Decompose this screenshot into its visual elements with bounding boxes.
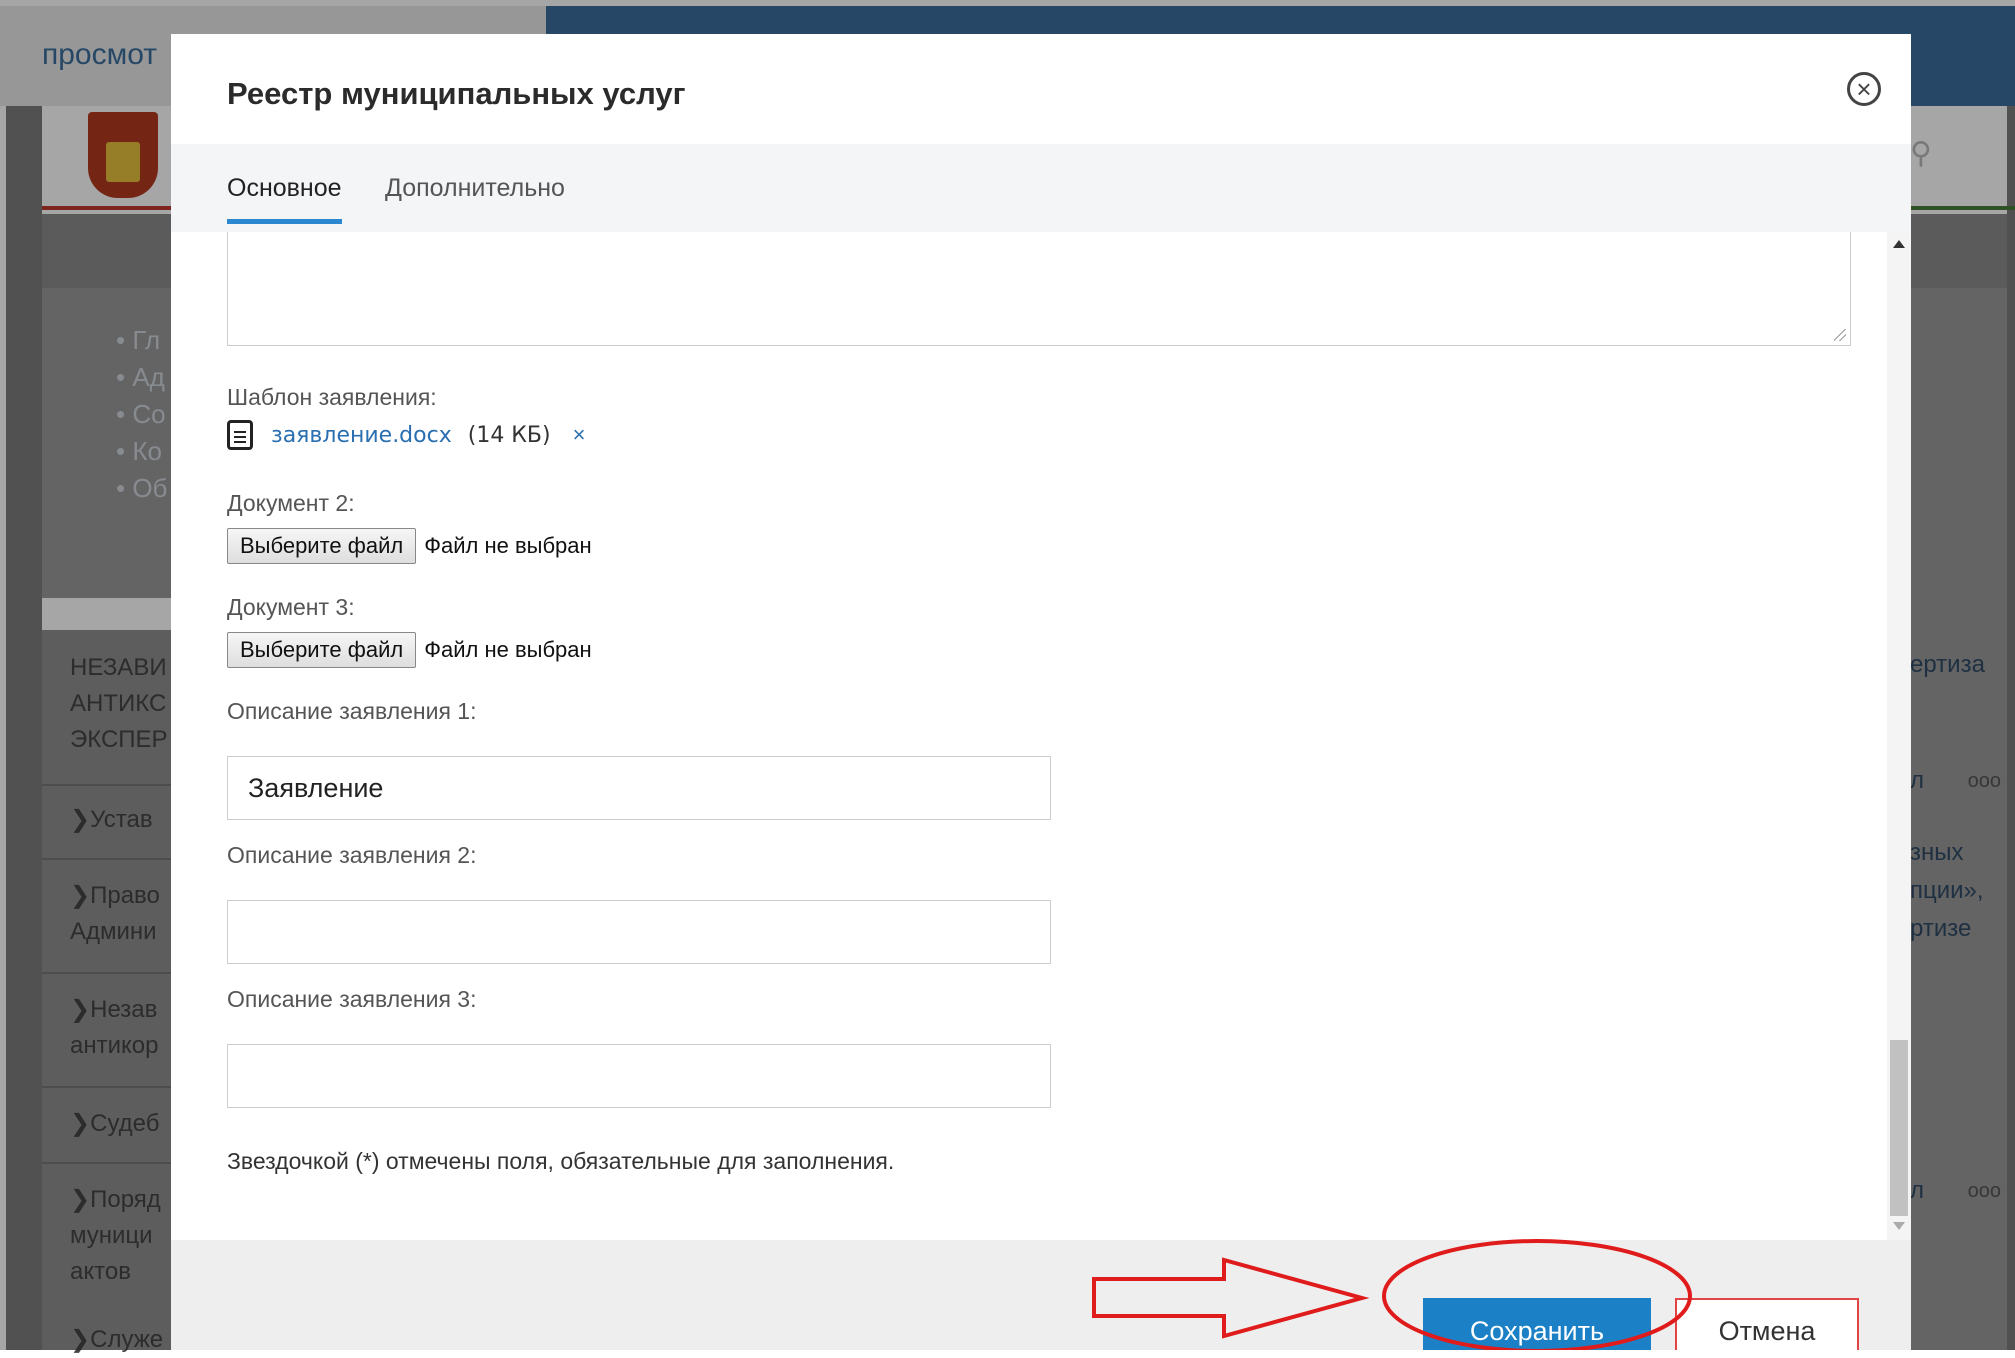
required-note: Звездочкой (*) отмечены поля, обязательн… <box>227 1148 895 1174</box>
choose-file-button[interactable]: Выберите файл <box>227 632 417 668</box>
template-file-link[interactable]: заявление.docx <box>271 423 452 448</box>
modal-scrollbar[interactable] <box>1887 232 1911 1240</box>
save-button[interactable]: Сохранить <box>1423 1298 1651 1350</box>
document2-label: Документ 2: <box>227 490 355 516</box>
document-icon <box>227 420 253 450</box>
document3-label: Документ 3: <box>227 594 355 620</box>
tab-main[interactable]: Основное <box>227 174 342 224</box>
no-file-text: Файл не выбран <box>424 533 592 558</box>
file-size: (14 КБ) <box>467 422 551 448</box>
close-icon[interactable]: × <box>1847 72 1881 106</box>
scrollbar-thumb[interactable] <box>1890 1040 1908 1216</box>
modal-title: Реестр муниципальных услуг <box>227 76 686 111</box>
template-label: Шаблон заявления: <box>227 384 437 410</box>
choose-file-button[interactable]: Выберите файл <box>227 528 417 564</box>
tab-additional[interactable]: Дополнительно <box>385 174 565 203</box>
modal-body: Шаблон заявления: заявление.docx (14 КБ)… <box>171 232 1911 1240</box>
description2-label: Описание заявления 2: <box>227 842 477 868</box>
description-textarea[interactable] <box>227 232 1851 346</box>
modal-footer: Сохранить Отмена <box>171 1240 1911 1350</box>
resize-handle-icon[interactable] <box>1834 329 1846 341</box>
document2-file-input: Выберите файл Файл не выбран <box>227 528 592 564</box>
scroll-down-icon[interactable] <box>1893 1222 1905 1230</box>
description2-input[interactable] <box>227 900 1051 964</box>
description1-input[interactable]: Заявление <box>227 756 1051 820</box>
description3-input[interactable] <box>227 1044 1051 1108</box>
template-file: заявление.docx (14 КБ) × <box>227 418 585 452</box>
cancel-button[interactable]: Отмена <box>1675 1298 1859 1350</box>
scroll-up-icon[interactable] <box>1893 240 1905 248</box>
document3-file-input: Выберите файл Файл не выбран <box>227 632 592 668</box>
modal-header: Реестр муниципальных услуг × <box>171 34 1911 144</box>
services-registry-modal: Реестр муниципальных услуг × Основное До… <box>171 34 1911 1350</box>
no-file-text: Файл не выбран <box>424 637 592 662</box>
description1-label: Описание заявления 1: <box>227 698 477 724</box>
description3-label: Описание заявления 3: <box>227 986 477 1012</box>
tab-bar: Основное Дополнительно <box>171 144 1911 232</box>
remove-file-icon[interactable]: × <box>573 422 586 448</box>
